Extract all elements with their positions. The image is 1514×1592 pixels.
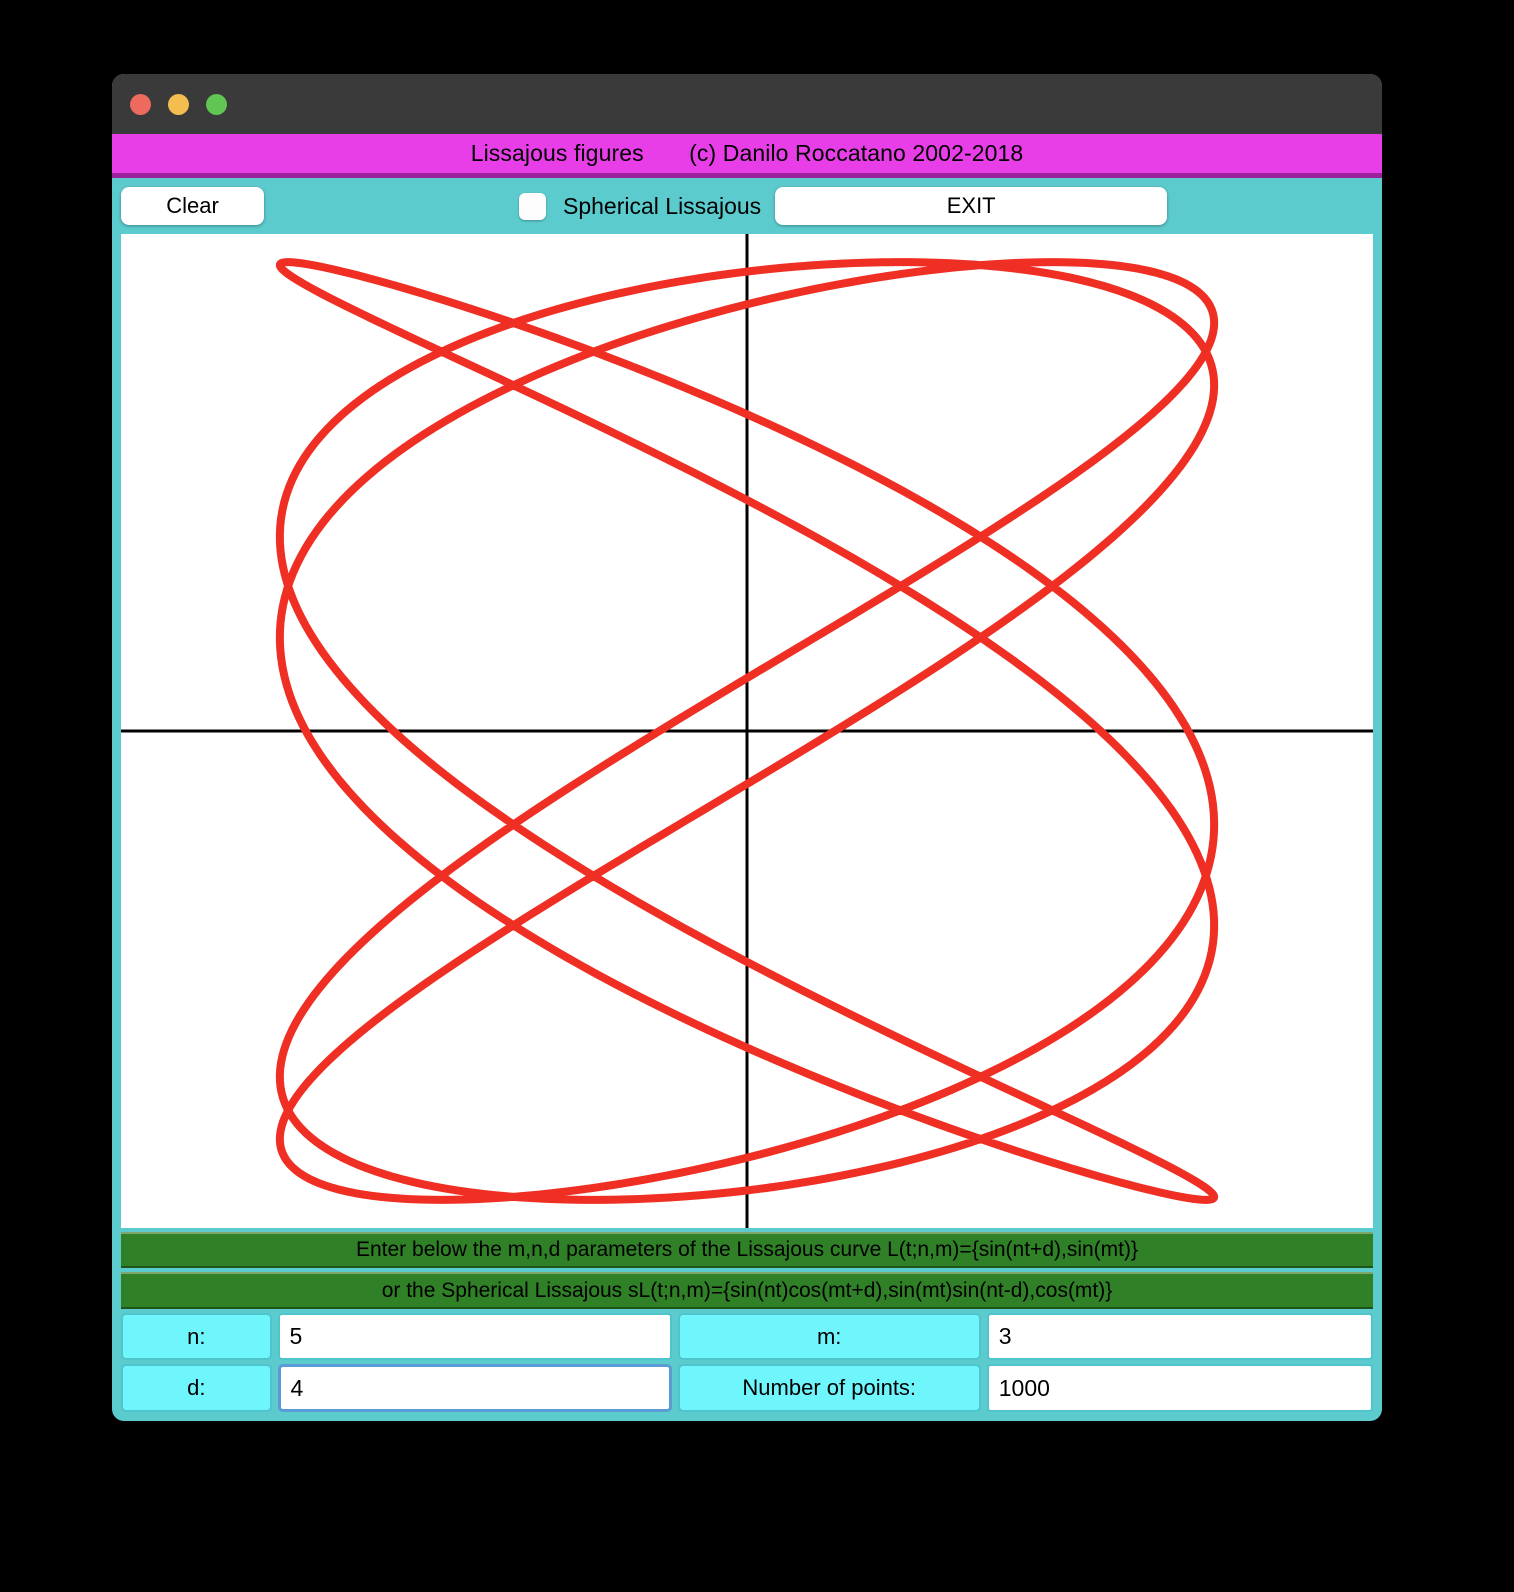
instruction-text-1: Enter below the m,n,d parameters of the …	[355, 1238, 1138, 1262]
lissajous-svg	[121, 234, 1373, 1228]
parameter-row-1: n: 5 m: 3	[121, 1312, 1373, 1361]
toolbar: Clear Spherical Lissajous EXIT	[112, 178, 1382, 234]
n-parameter-label: n:	[121, 1312, 272, 1361]
app-title-text: Lissajous figures (c) Danilo Roccatano 2…	[470, 140, 1024, 166]
spherical-lissajous-label: Spherical Lissajous	[563, 192, 762, 219]
exit-button[interactable]: EXIT	[775, 187, 1168, 225]
instruction-bar-secondary: or the Spherical Lissajous sL(t;n,m)={si…	[121, 1272, 1373, 1309]
m-parameter-input[interactable]: 3	[986, 1312, 1373, 1361]
close-window-button[interactable]	[130, 93, 151, 115]
spherical-lissajous-group: Spherical Lissajous	[519, 192, 762, 220]
points-parameter-input[interactable]: 1000	[986, 1364, 1373, 1412]
parameter-row-2: d: 4 Number of points: 1000	[121, 1364, 1373, 1412]
lissajous-plot[interactable]	[121, 234, 1373, 1228]
application-window: Lissajous figures (c) Danilo Roccatano 2…	[112, 74, 1382, 1421]
points-parameter-label: Number of points:	[677, 1364, 981, 1412]
maximize-window-button[interactable]	[206, 93, 227, 115]
plot-container	[112, 234, 1382, 1228]
n-parameter-input[interactable]: 5	[277, 1312, 672, 1361]
clear-button[interactable]: Clear	[121, 187, 264, 225]
m-parameter-label: m:	[677, 1312, 981, 1361]
app-title-banner: Lissajous figures (c) Danilo Roccatano 2…	[112, 134, 1382, 178]
d-parameter-label: d:	[121, 1364, 272, 1412]
instruction-text-2: or the Spherical Lissajous sL(t;n,m)={si…	[381, 1278, 1113, 1302]
minimize-window-button[interactable]	[168, 93, 189, 115]
d-parameter-input[interactable]: 4	[277, 1364, 672, 1412]
instruction-bar-primary: Enter below the m,n,d parameters of the …	[121, 1232, 1373, 1269]
spherical-lissajous-checkbox[interactable]	[519, 192, 546, 220]
title-bar	[112, 74, 1382, 134]
